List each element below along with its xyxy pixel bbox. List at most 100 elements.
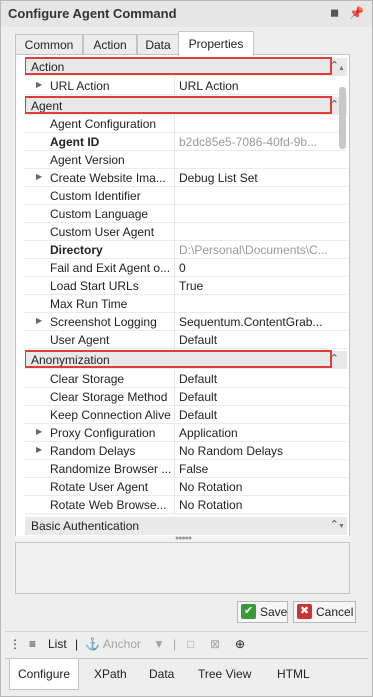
property-row[interactable]: ▶ Create Website Ima... Debug List Set bbox=[25, 169, 347, 187]
property-value[interactable]: True bbox=[179, 279, 337, 293]
select-cross-icon[interactable]: ⊠ bbox=[210, 637, 220, 651]
property-value[interactable]: Sequentum.ContentGrab... bbox=[179, 315, 337, 329]
property-name: Screenshot Logging bbox=[50, 315, 157, 329]
anchor-icon[interactable]: ⚓ bbox=[85, 637, 100, 651]
scrollbar-thumb[interactable] bbox=[339, 87, 346, 149]
property-row[interactable]: Custom Language bbox=[25, 205, 347, 223]
scroll-down-icon[interactable]: ▼ bbox=[338, 523, 345, 530]
category-anonymization[interactable]: Anonymization ⌃ bbox=[25, 350, 347, 369]
tab-common[interactable]: Common bbox=[15, 34, 83, 55]
property-row[interactable]: Rotate Web Browse... No Rotation bbox=[25, 496, 347, 514]
property-name: Agent Version bbox=[50, 153, 125, 167]
list-button[interactable]: List bbox=[48, 637, 67, 651]
tab-strip: Common Action Data Properties bbox=[15, 31, 361, 56]
property-name: Random Delays bbox=[50, 444, 136, 458]
property-row[interactable]: Load Start URLs True bbox=[25, 277, 347, 295]
property-value[interactable]: Application bbox=[179, 426, 337, 440]
property-row[interactable]: Directory D:\Personal\Documents\C... bbox=[25, 241, 347, 259]
cancel-button[interactable]: ✖ Cancel bbox=[293, 601, 356, 623]
tab-html[interactable]: HTML bbox=[277, 667, 310, 681]
property-value[interactable]: No Random Delays bbox=[179, 444, 337, 458]
property-name: Clear Storage Method bbox=[50, 390, 168, 404]
property-row[interactable]: ▶ Screenshot Logging Sequentum.ContentGr… bbox=[25, 313, 347, 331]
property-name: Custom User Agent bbox=[50, 225, 155, 239]
property-row[interactable]: Clear Storage Method Default bbox=[25, 388, 347, 406]
expand-icon[interactable]: ▶ bbox=[36, 316, 42, 325]
expand-icon[interactable]: ▶ bbox=[36, 80, 42, 89]
close-icon[interactable]: 📌 bbox=[349, 6, 364, 20]
column-divider bbox=[174, 496, 175, 514]
anchor-button[interactable]: Anchor bbox=[103, 637, 141, 651]
property-value[interactable]: Default bbox=[179, 372, 337, 386]
tab-configure[interactable]: Configure bbox=[9, 659, 80, 690]
property-name: Custom Identifier bbox=[50, 189, 141, 203]
category-action[interactable]: Action ⌃ bbox=[25, 57, 347, 76]
category-basic-authentication[interactable]: Basic Authentication ⌃ bbox=[25, 517, 347, 535]
property-value[interactable]: b2dc85e5-7086-40fd-9b... bbox=[179, 135, 337, 149]
select-region-icon[interactable]: □ bbox=[187, 637, 194, 651]
tab-xpath[interactable]: XPath bbox=[94, 667, 127, 681]
property-row[interactable]: Rotate User Agent No Rotation bbox=[25, 478, 347, 496]
column-divider bbox=[174, 151, 175, 169]
property-row[interactable]: Clear Storage Default bbox=[25, 370, 347, 388]
cancel-button-label: Cancel bbox=[316, 605, 354, 619]
property-value[interactable]: D:\Personal\Documents\C... bbox=[179, 243, 337, 257]
property-row[interactable]: Custom Identifier bbox=[25, 187, 347, 205]
property-value[interactable]: 0 bbox=[179, 261, 337, 275]
property-value[interactable]: Default bbox=[179, 390, 337, 404]
property-row[interactable]: Randomize Browser ... False bbox=[25, 460, 347, 478]
tab-data[interactable]: Data bbox=[137, 34, 179, 55]
property-row[interactable]: Fail and Exit Agent o... 0 bbox=[25, 259, 347, 277]
property-row[interactable]: Custom User Agent bbox=[25, 223, 347, 241]
category-agent[interactable]: Agent ⌃ bbox=[25, 96, 347, 115]
description-panel bbox=[15, 542, 350, 594]
column-divider bbox=[174, 241, 175, 259]
splitter-grip-icon[interactable]: ●●●●● bbox=[175, 535, 192, 542]
property-row[interactable]: Max Run Time bbox=[25, 295, 347, 313]
window-title: Configure Agent Command bbox=[8, 6, 177, 21]
expand-icon[interactable]: ▶ bbox=[36, 427, 42, 436]
property-value[interactable]: Debug List Set bbox=[179, 171, 337, 185]
target-icon[interactable]: ⊕ bbox=[235, 637, 245, 651]
expand-icon[interactable]: ▶ bbox=[36, 172, 42, 181]
property-name: Rotate User Agent bbox=[50, 480, 149, 494]
property-row[interactable]: Agent Configuration bbox=[25, 115, 347, 133]
property-value[interactable]: False bbox=[179, 462, 337, 476]
separator: | bbox=[75, 637, 79, 651]
column-divider bbox=[174, 205, 175, 223]
property-name: Load Start URLs bbox=[50, 279, 139, 293]
tab-action[interactable]: Action bbox=[83, 34, 137, 55]
property-row[interactable]: ▶ Proxy Configuration Application bbox=[25, 424, 347, 442]
property-row[interactable]: User Agent Default bbox=[25, 331, 347, 349]
property-name: URL Action bbox=[50, 79, 110, 93]
property-grid: Action ⌃ ▶ URL Action URL Action Agent ⌃… bbox=[25, 57, 347, 535]
property-value[interactable]: No Rotation bbox=[179, 498, 337, 512]
separator: | bbox=[173, 637, 177, 651]
toolbar-grip-icon: ⋮ bbox=[9, 637, 21, 651]
save-button[interactable]: ✔ Save bbox=[237, 601, 288, 623]
list-icon[interactable]: ≡ bbox=[29, 637, 36, 651]
expand-icon[interactable]: ▶ bbox=[36, 445, 42, 454]
column-divider bbox=[174, 295, 175, 313]
property-row[interactable]: Agent Version bbox=[25, 151, 347, 169]
property-row[interactable]: Keep Connection Alive Default bbox=[25, 406, 347, 424]
property-value[interactable]: Default bbox=[179, 408, 337, 422]
tab-properties[interactable]: Properties bbox=[178, 31, 254, 56]
property-value[interactable]: URL Action bbox=[179, 79, 337, 93]
pin-icon[interactable]: ◼ bbox=[330, 6, 339, 19]
vertical-scrollbar[interactable]: ▲ ▼ bbox=[338, 65, 347, 533]
property-value[interactable]: No Rotation bbox=[179, 480, 337, 494]
column-divider bbox=[174, 460, 175, 478]
property-name: Proxy Configuration bbox=[50, 426, 156, 440]
property-row[interactable]: Agent ID b2dc85e5-7086-40fd-9b... bbox=[25, 133, 347, 151]
property-value[interactable]: Default bbox=[179, 333, 337, 347]
scroll-up-icon[interactable]: ▲ bbox=[338, 65, 345, 72]
filter-icon[interactable]: ▼ bbox=[153, 637, 165, 651]
property-name: User Agent bbox=[50, 333, 110, 347]
property-row[interactable]: ▶ URL Action URL Action bbox=[25, 77, 347, 95]
property-name: Fail and Exit Agent o... bbox=[50, 261, 171, 275]
highlight-outline bbox=[25, 96, 332, 114]
tab-data-bottom[interactable]: Data bbox=[149, 667, 174, 681]
property-row[interactable]: ▶ Random Delays No Random Delays bbox=[25, 442, 347, 460]
tab-tree-view[interactable]: Tree View bbox=[198, 667, 251, 681]
